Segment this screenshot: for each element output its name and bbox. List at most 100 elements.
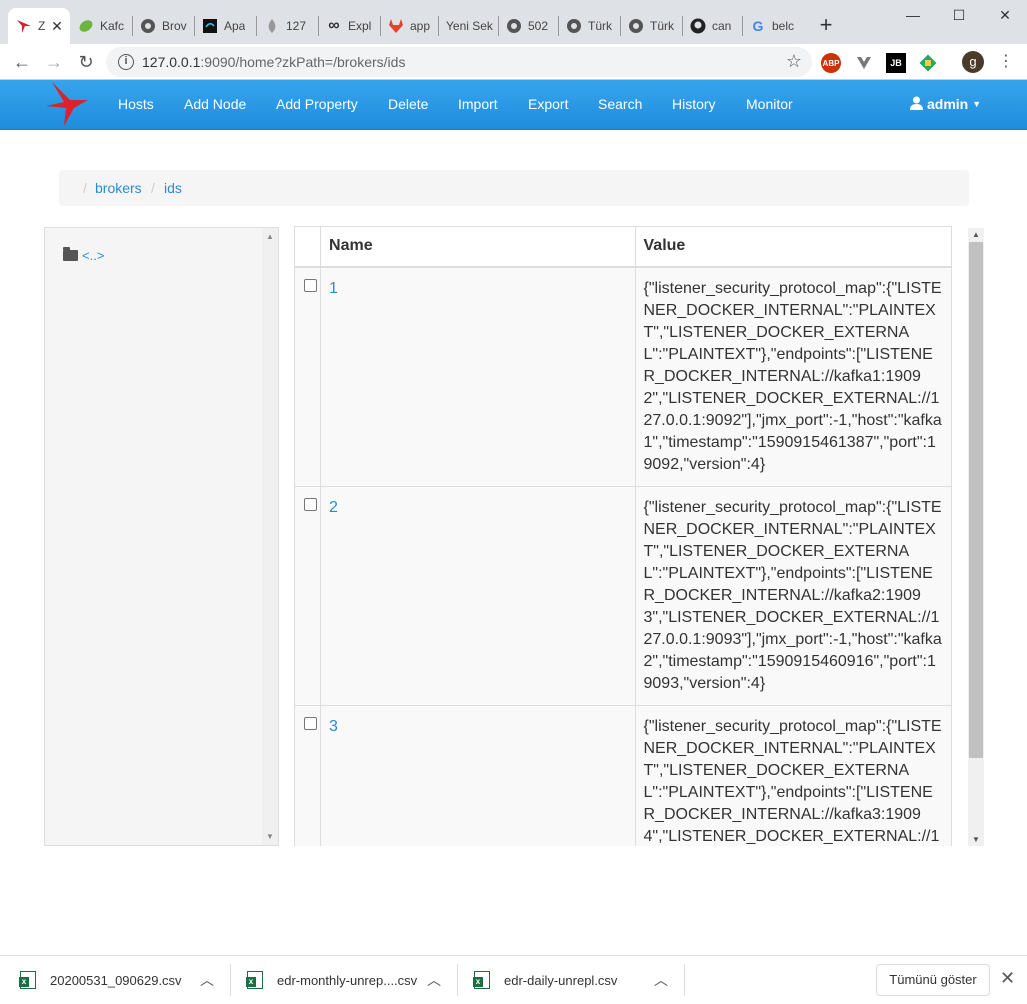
- row-checkbox[interactable]: [304, 716, 317, 730]
- download-item[interactable]: edr-monthly-unrep....csv: [246, 956, 417, 1004]
- info-icon[interactable]: i: [118, 54, 134, 70]
- browser-tab[interactable]: can: [682, 8, 742, 44]
- nav-add-property[interactable]: Add Property: [276, 96, 358, 112]
- user-icon: [910, 96, 923, 110]
- maximize-button[interactable]: ☐: [936, 4, 982, 26]
- browser-tab[interactable]: Apa: [194, 8, 256, 44]
- node-name-link[interactable]: 1: [320, 266, 636, 487]
- nav-hosts[interactable]: Hosts: [118, 96, 154, 112]
- tree-item-parent[interactable]: <..>: [63, 247, 104, 263]
- gitlab-icon: [388, 18, 404, 34]
- row-checkbox[interactable]: [304, 497, 317, 511]
- scroll-up-icon[interactable]: ▲: [972, 230, 980, 239]
- globe-icon: [566, 18, 582, 34]
- zoonavigator-logo[interactable]: [44, 80, 92, 128]
- table-row: 2 {"listener_security_protocol_map":{"LI…: [294, 485, 952, 706]
- column-header-value[interactable]: Value: [634, 226, 952, 268]
- google-icon: G: [752, 18, 764, 34]
- tree-scrollbar[interactable]: ▲ ▼: [262, 228, 278, 845]
- scroll-down-icon[interactable]: ▼: [266, 832, 274, 841]
- scroll-up-icon[interactable]: ▲: [266, 232, 274, 241]
- nav-monitor[interactable]: Monitor: [746, 96, 793, 112]
- browser-tab[interactable]: Brov: [132, 8, 194, 44]
- children-table: Name Value 1 {"listener_security_protoco…: [294, 226, 952, 846]
- jetbrains-extension-icon[interactable]: JB: [886, 53, 906, 73]
- zoonavigator-icon: [16, 18, 32, 34]
- url-host: 127.0.0.1: [142, 54, 201, 70]
- address-bar[interactable]: i 127.0.0.1:9090/home?zkPath=/brokers/id…: [106, 47, 812, 77]
- excel-file-icon: [473, 971, 490, 989]
- bookmark-star-icon[interactable]: ☆: [786, 51, 802, 72]
- nav-add-node[interactable]: Add Node: [184, 96, 246, 112]
- reload-button[interactable]: ↻: [74, 50, 98, 74]
- download-divider: [457, 964, 458, 996]
- table-row: 3 {"listener_security_protocol_map":{"LI…: [294, 704, 952, 846]
- column-header-name[interactable]: Name: [320, 226, 636, 268]
- show-all-downloads-button[interactable]: Tümünü göster: [876, 964, 990, 996]
- adblock-extension-icon[interactable]: ABP: [821, 53, 841, 73]
- user-name: admin: [927, 96, 969, 112]
- children-table-panel: Name Value 1 {"listener_security_protoco…: [294, 226, 984, 846]
- download-filename: 20200531_090629.csv: [50, 972, 182, 988]
- table-header-row: Name Value: [294, 226, 952, 268]
- tab-label: Brov: [162, 19, 187, 33]
- browser-tab[interactable]: ∞ Expl: [318, 8, 380, 44]
- node-value-cell: {"listener_security_protocol_map":{"LIST…: [634, 485, 952, 706]
- minimize-button[interactable]: —: [890, 4, 936, 26]
- breadcrumb: / brokers / ids: [59, 170, 969, 206]
- tab-label: Türk: [650, 19, 674, 33]
- download-item[interactable]: edr-daily-unrepl.csv: [473, 956, 617, 1004]
- table-row: 1 {"listener_security_protocol_map":{"LI…: [294, 266, 952, 487]
- scrollbar-thumb[interactable]: [969, 242, 983, 758]
- browser-tab[interactable]: Yeni Sek: [438, 8, 498, 44]
- tab-label: Türk: [588, 19, 612, 33]
- node-value-cell: {"listener_security_protocol_map":{"LIST…: [634, 704, 952, 846]
- vue-extension-icon[interactable]: [854, 53, 874, 73]
- folder-icon: [63, 247, 78, 261]
- scroll-down-icon[interactable]: ▼: [972, 835, 980, 844]
- download-item[interactable]: 20200531_090629.csv: [19, 956, 182, 1004]
- url-path: :9090/home?zkPath=/brokers/ids: [200, 54, 406, 70]
- url-text: 127.0.0.1:9090/home?zkPath=/brokers/ids: [142, 54, 405, 70]
- breadcrumb-item-brokers[interactable]: brokers: [95, 180, 142, 196]
- close-icon[interactable]: ✕: [48, 17, 66, 35]
- chevron-up-icon[interactable]: ︿: [200, 970, 214, 990]
- nav-search[interactable]: Search: [598, 96, 642, 112]
- extension-icon[interactable]: [918, 53, 938, 73]
- forward-button[interactable]: →: [42, 50, 66, 74]
- chevron-up-icon[interactable]: ︿: [427, 970, 441, 990]
- browser-tab[interactable]: Türk: [620, 8, 682, 44]
- breadcrumb-item-ids[interactable]: ids: [164, 180, 182, 196]
- node-name-link[interactable]: 3: [320, 704, 636, 846]
- new-tab-button[interactable]: +: [814, 14, 838, 38]
- browser-tab[interactable]: 127: [256, 8, 318, 44]
- caret-down-icon: ▼: [972, 99, 982, 109]
- close-icon[interactable]: ✕: [1000, 968, 1015, 989]
- browser-tab[interactable]: Kafc: [70, 8, 132, 44]
- window-close-button[interactable]: ✕: [982, 4, 1027, 26]
- table-scrollbar[interactable]: ▲ ▼: [968, 228, 984, 846]
- download-divider: [684, 964, 685, 996]
- nav-history[interactable]: History: [672, 96, 716, 112]
- profile-avatar[interactable]: g: [962, 51, 984, 73]
- browser-menu-icon[interactable]: ⋮: [998, 52, 1014, 72]
- browser-tab[interactable]: G belc: [742, 8, 804, 44]
- back-button[interactable]: ←: [10, 50, 34, 74]
- nav-import[interactable]: Import: [458, 96, 498, 112]
- breadcrumb-separator: /: [151, 180, 155, 196]
- nav-export[interactable]: Export: [528, 96, 568, 112]
- browser-tab[interactable]: Z ✕: [8, 8, 70, 44]
- browser-tab[interactable]: 502: [498, 8, 558, 44]
- browser-tab[interactable]: app: [380, 8, 438, 44]
- nav-delete[interactable]: Delete: [388, 96, 428, 112]
- browser-tab-strip: Z ✕ Kafc Brov Apa 127 ∞ Expl app Yeni Se…: [0, 0, 1027, 44]
- chevron-up-icon[interactable]: ︿: [654, 970, 668, 990]
- breadcrumb-separator: /: [83, 180, 87, 196]
- browser-tab[interactable]: Türk: [558, 8, 620, 44]
- select-column-header: [294, 226, 322, 268]
- node-name-link[interactable]: 2: [320, 485, 636, 706]
- excel-file-icon: [246, 971, 263, 989]
- user-menu[interactable]: admin ▼: [910, 96, 981, 112]
- row-checkbox[interactable]: [304, 278, 317, 292]
- terminal-icon: [202, 18, 218, 34]
